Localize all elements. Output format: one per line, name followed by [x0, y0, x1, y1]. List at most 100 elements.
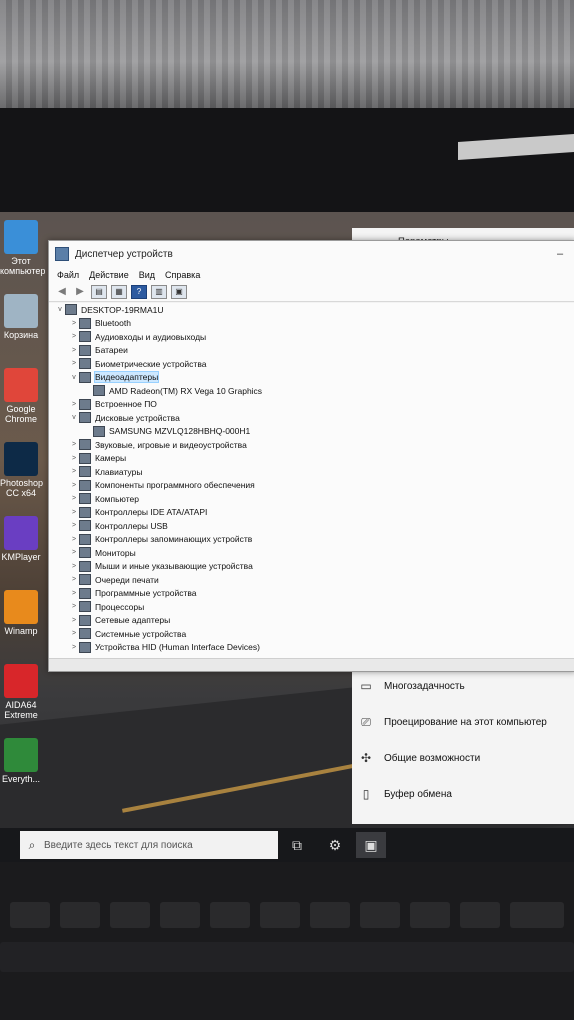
expander-icon[interactable]: >: [69, 536, 79, 543]
tree-row[interactable]: > Камеры: [49, 452, 574, 466]
device-manager-taskbar-icon[interactable]: ▣: [356, 832, 386, 858]
tree-row-label: Биометрические устройства: [95, 358, 207, 369]
desktop-shortcut[interactable]: Этот компьютер: [0, 220, 45, 276]
expander-icon[interactable]: v: [69, 374, 79, 381]
device-category-icon: [79, 587, 91, 599]
tree-row-label: Клавиатуры: [95, 466, 143, 477]
tree-row[interactable]: > Очереди печати: [49, 573, 574, 587]
settings-nav-item[interactable]: ⎚ Проецирование на этот компьютер: [352, 704, 574, 740]
settings-nav-item[interactable]: ▭ Многозадачность: [352, 668, 574, 704]
desktop-shortcut[interactable]: Everyth...: [0, 738, 42, 784]
keyboard-key: [510, 902, 564, 928]
collapse-icon[interactable]: v: [55, 306, 65, 313]
settings-taskbar-icon[interactable]: ⚙: [320, 832, 350, 858]
tree-root[interactable]: v DESKTOP-19RMA1U: [49, 303, 574, 317]
expander-icon[interactable]: >: [69, 468, 79, 475]
desktop-shortcut[interactable]: Google Chrome: [0, 368, 42, 424]
expander-icon[interactable]: >: [69, 576, 79, 583]
desktop-shortcut[interactable]: KMPlayer: [0, 516, 42, 562]
tree-view-icon[interactable]: ▤: [91, 285, 107, 299]
tree-row[interactable]: > Системные устройства: [49, 627, 574, 641]
tree-row[interactable]: > Компоненты программного обеспечения: [49, 479, 574, 493]
device-category-icon: [79, 398, 91, 410]
menu-view[interactable]: Вид: [139, 270, 155, 280]
tree-row[interactable]: AMD Radeon(TM) RX Vega 10 Graphics: [49, 384, 574, 398]
device-category-icon: [79, 412, 91, 424]
expander-icon[interactable]: >: [69, 333, 79, 340]
taskbar-search[interactable]: ⌕ Введите здесь текст для поиска: [20, 831, 278, 859]
tree-row-label: Компоненты программного обеспечения: [95, 480, 255, 491]
settings-nav-item[interactable]: ▯ Буфер обмена: [352, 776, 574, 812]
expander-icon[interactable]: >: [69, 320, 79, 327]
tree-row-label: Устройства HID (Human Interface Devices): [95, 642, 260, 653]
expander-icon[interactable]: >: [69, 441, 79, 448]
expander-icon[interactable]: >: [69, 455, 79, 462]
expander-icon[interactable]: >: [69, 590, 79, 597]
desktop-shortcut[interactable]: Photoshop CC x64: [0, 442, 43, 498]
expander-icon[interactable]: >: [69, 360, 79, 367]
tree-row[interactable]: > Программные устройства: [49, 587, 574, 601]
forward-icon[interactable]: ▶: [73, 286, 87, 298]
tree-row[interactable]: > Контроллеры запоминающих устройств: [49, 533, 574, 547]
device-category-icon: [79, 506, 91, 518]
desktop-shortcut[interactable]: AIDA64 Extreme: [0, 664, 42, 720]
minimize-button[interactable]: –: [545, 248, 574, 260]
device-category-icon: [79, 371, 91, 383]
expander-icon[interactable]: >: [69, 347, 79, 354]
tree-row[interactable]: > Батареи: [49, 344, 574, 358]
menu-help[interactable]: Справка: [165, 270, 200, 280]
tree-row[interactable]: > Устройства HID (Human Interface Devices…: [49, 641, 574, 655]
tree-row-label: Аудиовходы и аудиовыходы: [95, 331, 207, 342]
title-bar[interactable]: Диспетчер устройств –: [49, 241, 574, 267]
expander-icon[interactable]: >: [69, 401, 79, 408]
device-category-icon: [79, 466, 91, 478]
tree-row[interactable]: > Компьютер: [49, 492, 574, 506]
properties-icon[interactable]: ▦: [111, 285, 127, 299]
expander-icon[interactable]: >: [69, 509, 79, 516]
device-category-icon: [79, 331, 91, 343]
tree-row[interactable]: > Биометрические устройства: [49, 357, 574, 371]
driver-icon[interactable]: ▥: [151, 285, 167, 299]
expander-icon[interactable]: >: [69, 630, 79, 637]
tree-row-label: Сетевые адаптеры: [95, 615, 171, 626]
desktop-shortcut[interactable]: Winamp: [0, 590, 42, 636]
tree-row[interactable]: > Встроенное ПО: [49, 398, 574, 412]
tree-row[interactable]: > Звуковые, игровые и видеоустройства: [49, 438, 574, 452]
tree-row-label: AMD Radeon(TM) RX Vega 10 Graphics: [109, 385, 263, 396]
expander-icon[interactable]: >: [69, 522, 79, 529]
tree-row[interactable]: > Процессоры: [49, 600, 574, 614]
tree-row[interactable]: v Дисковые устройства: [49, 411, 574, 425]
back-icon[interactable]: ◀: [55, 286, 69, 298]
tree-row[interactable]: > Мониторы: [49, 546, 574, 560]
tree-row[interactable]: v Видеоадаптеры: [49, 371, 574, 385]
scan-hardware-icon[interactable]: ▣: [171, 285, 187, 299]
expander-icon[interactable]: >: [69, 617, 79, 624]
expander-icon[interactable]: >: [69, 563, 79, 570]
menu-action[interactable]: Действие: [89, 270, 129, 280]
expander-icon[interactable]: v: [69, 414, 79, 421]
task-view-icon[interactable]: ⧉: [282, 832, 312, 858]
tree-row[interactable]: > Bluetooth: [49, 317, 574, 331]
help-icon[interactable]: ?: [131, 285, 147, 299]
expander-icon[interactable]: >: [69, 603, 79, 610]
device-category-icon: [79, 317, 91, 329]
tree-row[interactable]: SAMSUNG MZVLQ128HBHQ-000H1: [49, 425, 574, 439]
keyboard-row: [0, 942, 574, 972]
tree-row-label: Компьютер: [95, 493, 139, 504]
tree-row-label: Программные устройства: [95, 588, 197, 599]
expander-icon[interactable]: >: [69, 644, 79, 651]
desktop-shortcut-label: Google Chrome: [4, 404, 37, 424]
expander-icon[interactable]: >: [69, 482, 79, 489]
menu-file[interactable]: Файл: [57, 270, 79, 280]
tree-row[interactable]: > Сетевые адаптеры: [49, 614, 574, 628]
expander-icon[interactable]: >: [69, 549, 79, 556]
tree-row[interactable]: > Клавиатуры: [49, 465, 574, 479]
tree-row[interactable]: > Мыши и иные указывающие устройства: [49, 560, 574, 574]
tree-row[interactable]: > Контроллеры IDE ATA/ATAPI: [49, 506, 574, 520]
tree-row[interactable]: > Аудиовходы и аудиовыходы: [49, 330, 574, 344]
expander-icon[interactable]: >: [69, 495, 79, 502]
desktop-shortcut[interactable]: Корзина: [0, 294, 42, 340]
tree-row[interactable]: > Контроллеры USB: [49, 519, 574, 533]
settings-nav-item[interactable]: ✣ Общие возможности: [352, 740, 574, 776]
horizontal-scrollbar[interactable]: [49, 658, 574, 671]
